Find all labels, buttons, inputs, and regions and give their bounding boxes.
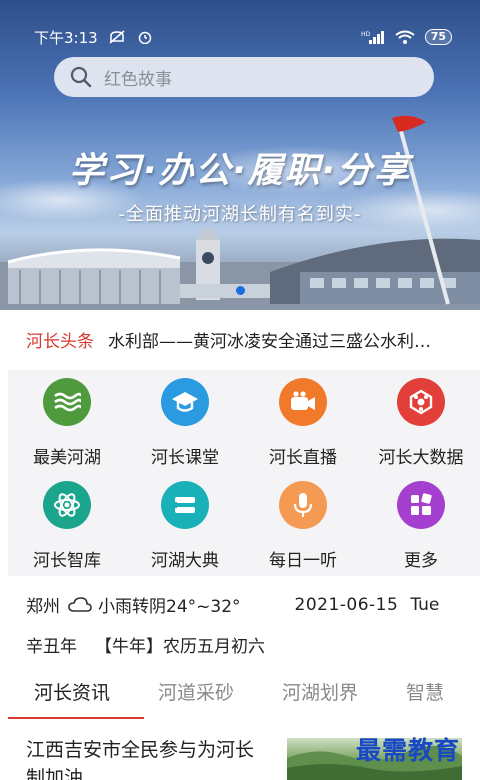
battery-indicator: 75 [424,29,452,45]
weather-text: 小雨转阴24°~32° [98,597,241,617]
feature-grid: 最美河湖 河长课堂 河长直播 河长大数据 河长智库 河湖大典 每日一听 更多 [8,370,480,576]
tab-river-lake-demarcation[interactable]: 河湖划界 [282,678,358,722]
city-name: 郑州 [26,597,60,617]
feature-rivers-lakes-canon[interactable]: 河湖大典 [126,473,244,576]
banner-headline: 学习·办公·履职·分享 [69,151,411,191]
ticker-tag: 河长头条 [26,331,94,352]
feature-river-chief-classroom[interactable]: 河长课堂 [126,370,244,473]
news-ticker[interactable]: 河长头条 水利部——黄河冰凌安全通过三盛公水利… [8,310,480,368]
zodiac: 【牛年】 [95,637,163,657]
feature-label: 每日一听 [269,551,337,571]
news-category-tabs: 河长资讯 河道采砂 河湖划界 智慧 [8,678,480,722]
tab-smart[interactable]: 智慧 [406,678,444,722]
carousel-dot-active[interactable] [235,286,245,295]
lunar-year: 辛丑年 [26,637,77,657]
lunar-date-row: 辛丑年 【牛年】农历五月初六 [26,632,265,657]
wifi-icon [395,30,415,44]
flag [392,115,426,132]
status-time: 下午3:13 [34,28,98,47]
search-placeholder: 红色故事 [104,69,172,90]
cloud-icon [68,596,92,612]
cellular-signal-icon: HD [361,31,384,44]
article-title[interactable]: 江西吉安市全民参与为河长制加油 [26,736,266,780]
search-icon [70,66,92,88]
carousel-indicator[interactable] [0,286,480,295]
ticker-headline[interactable]: 水利部——黄河冰凌安全通过三盛公水利… [108,327,448,352]
atom-icon [43,481,91,529]
weekday: Tue [410,594,440,615]
book-stack-icon [161,481,209,529]
microphone-icon [279,481,327,529]
feature-label: 最美河湖 [33,448,101,468]
banner-subline: -全面推动河湖长制有名到实- [118,204,362,225]
river-waves-icon [43,378,91,426]
lunar-day: 农历五月初六 [163,637,265,657]
feature-most-beautiful-rivers[interactable]: 最美河湖 [8,370,126,473]
feature-label: 河长大数据 [378,448,464,468]
feature-label: 河长直播 [269,448,337,468]
video-camera-icon [279,378,327,426]
feature-label: 河湖大典 [151,551,219,571]
feature-river-chief-big-data[interactable]: 河长大数据 [362,370,480,473]
feature-daily-listen[interactable]: 每日一听 [244,473,362,576]
svg-text:HD: HD [361,31,371,38]
do-not-disturb-icon [109,30,125,44]
graduation-cap-icon [161,378,209,426]
weather-date-row: 郑州 小雨转阴24°~32° 2021-06-15 Tue [26,592,476,618]
status-bar: 下午3:13 HD 75 [0,0,480,56]
feature-river-chief-live[interactable]: 河长直播 [244,370,362,473]
active-tab-indicator [8,717,144,719]
search-bar[interactable]: 红色故事 [54,57,434,97]
hero-banner[interactable]: 下午3:13 HD 75 红色故事 学习·办公·履职·分享 -全面推动河湖长制有… [0,0,480,310]
tab-river-sand-mining[interactable]: 河道采砂 [158,678,234,722]
tab-river-chief-news[interactable]: 河长资讯 [34,678,110,722]
feature-label: 河长智库 [33,551,101,571]
watermark-logo: 最需教育 [356,736,461,765]
feature-label: 更多 [404,551,438,571]
more-grid-icon [397,481,445,529]
feature-river-chief-think-tank[interactable]: 河长智库 [8,473,126,576]
feature-more[interactable]: 更多 [362,473,480,576]
current-date: 2021-06-15 [294,594,399,615]
alarm-clock-icon [138,31,151,44]
data-cube-icon [397,378,445,426]
lunar-zodiac-lunar-day: 【牛年】农历五月初六 [95,632,265,657]
feature-label: 河长课堂 [151,448,219,468]
